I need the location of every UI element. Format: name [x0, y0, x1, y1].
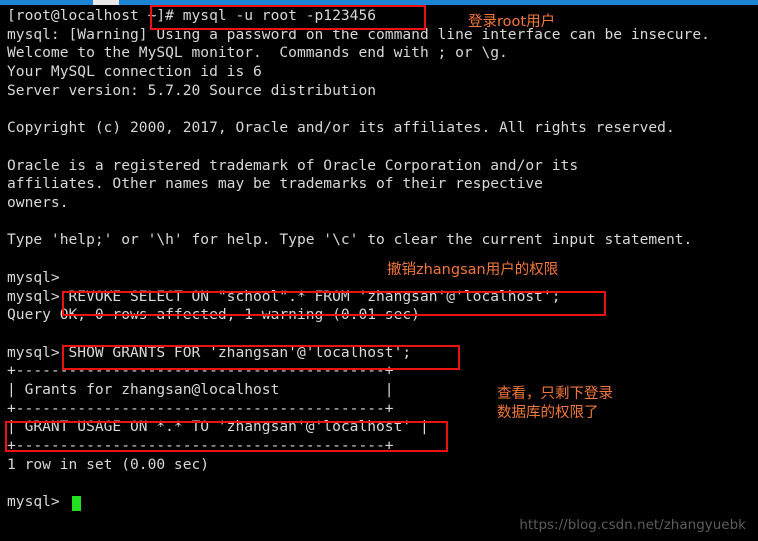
- text-cursor: [72, 496, 82, 512]
- terminal-line: Your MySQL connection id is 6: [7, 63, 262, 81]
- terminal-line: +---------------------------------------…: [7, 399, 394, 417]
- terminal-line: affiliates. Other names may be trademark…: [7, 175, 543, 193]
- terminal-line: mysql> SHOW GRANTS FOR 'zhangsan'@'local…: [7, 343, 412, 361]
- terminal-line: | Grants for zhangsan@localhost |: [7, 381, 394, 398]
- terminal-line: Server version: 5.7.20 Source distributi…: [7, 81, 377, 99]
- terminal-line: mysql> REVOKE SELECT ON "school".* FROM …: [7, 287, 561, 305]
- terminal-output-area[interactable]: [root@localhost ~]# mysql -u root -p1234…: [0, 5, 758, 541]
- annotation-note: 数据库的权限了: [497, 405, 599, 421]
- terminal-line: Welcome to the MySQL monitor. Commands e…: [7, 44, 508, 62]
- terminal-line: mysql: [Warning] Using a password on the…: [7, 25, 710, 43]
- terminal-line: owners.: [7, 194, 69, 211]
- csdn-watermark: https://blog.csdn.net/zhangyuebk: [519, 517, 746, 533]
- terminal-line: +---------------------------------------…: [7, 437, 394, 455]
- terminal-line: [root@localhost ~]# mysql -u root -p1234…: [7, 7, 377, 24]
- terminal-line: mysql>: [7, 493, 60, 511]
- terminal-line: | GRANT USAGE ON *.* TO 'zhangsan'@'loca…: [7, 418, 429, 436]
- terminal-line: Query OK, 0 rows affected, 1 warning (0.…: [7, 306, 420, 324]
- terminal-line: mysql>: [7, 268, 60, 286]
- annotation-note: 查看，只剩下登录: [497, 386, 613, 402]
- terminal-line: Oracle is a registered trademark of Orac…: [7, 156, 579, 174]
- terminal-line: Type 'help;' or '\h' for help. Type '\c'…: [7, 231, 693, 249]
- terminal-window: [root@localhost ~]# mysql -u root -p1234…: [0, 0, 758, 541]
- terminal-line: Copyright (c) 2000, 2017, Oracle and/or …: [7, 119, 675, 137]
- terminal-line: 1 row in set (0.00 sec): [7, 455, 210, 473]
- annotation-note: 撤销zhangsan用户的权限: [387, 262, 559, 278]
- terminal-line: +---------------------------------------…: [7, 362, 394, 380]
- annotation-note: 登录root用户: [468, 14, 556, 30]
